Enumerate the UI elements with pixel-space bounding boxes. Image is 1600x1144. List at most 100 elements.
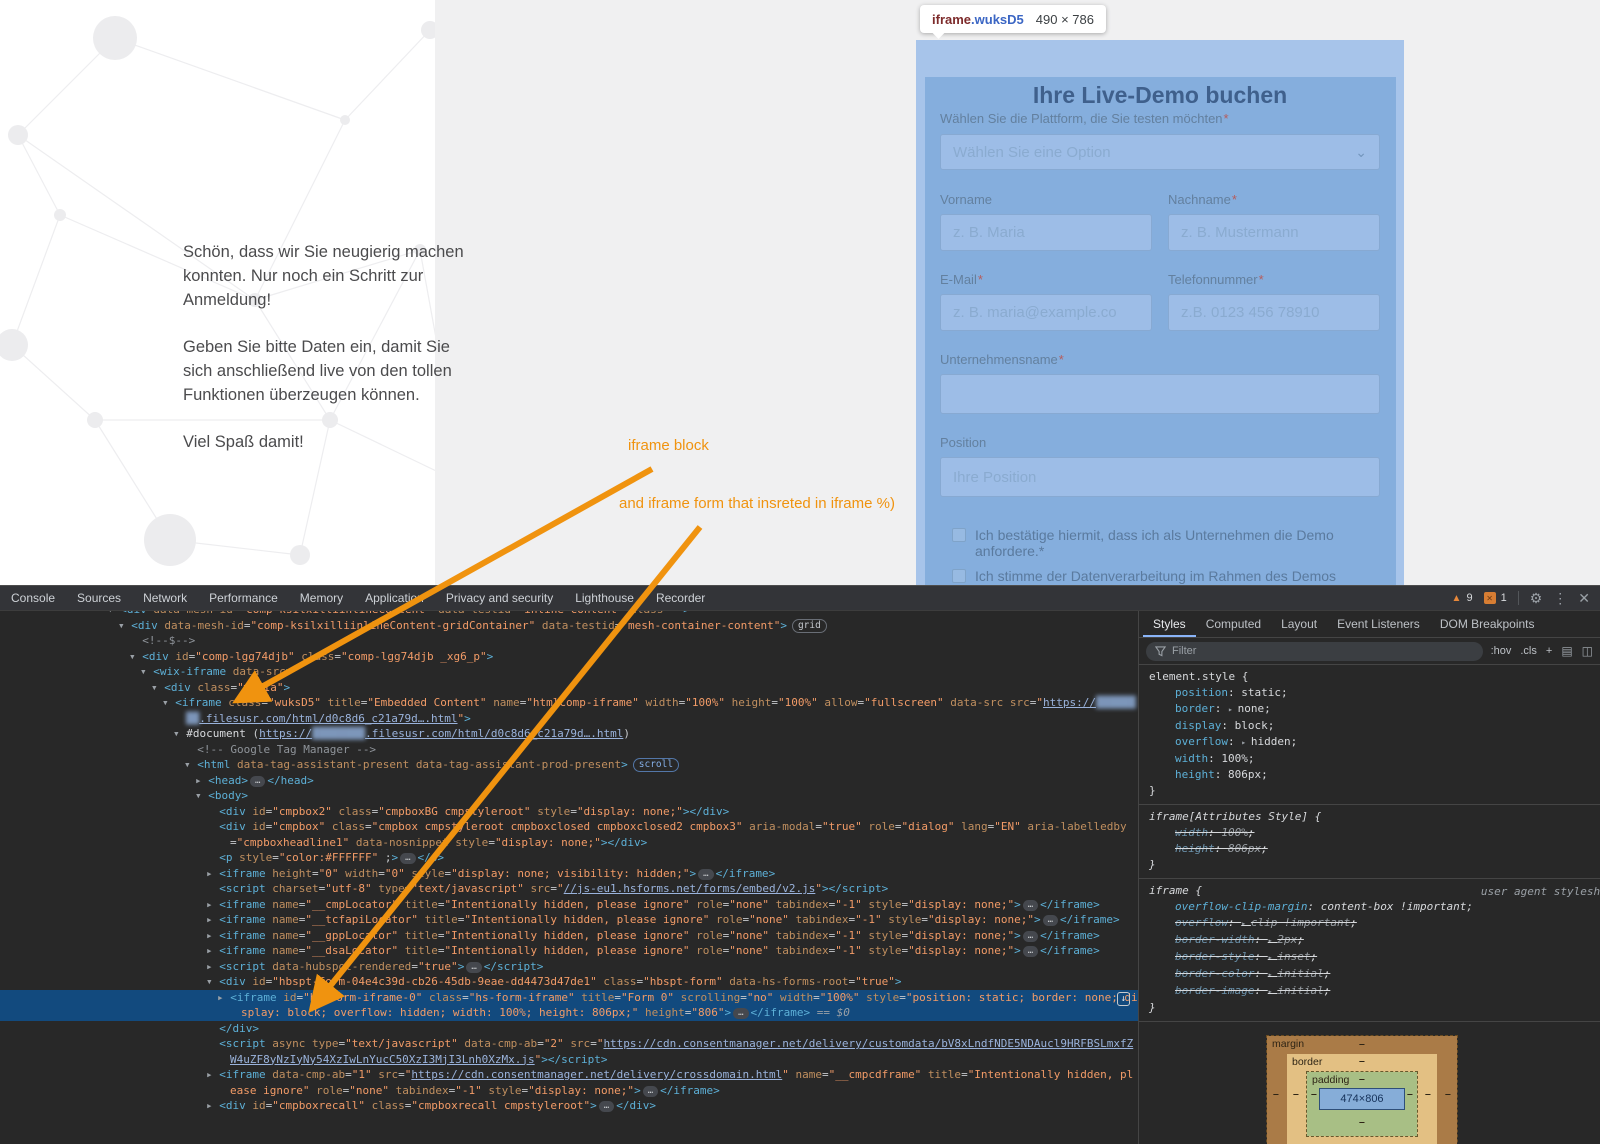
- scroll-into-view-icon[interactable]: ↓: [1117, 992, 1130, 1006]
- devtools-tab-lighthouse[interactable]: Lighthouse: [564, 586, 645, 610]
- expand-arrow-icon[interactable]: ▾: [173, 727, 186, 740]
- collapsed-content-icon[interactable]: …: [1023, 931, 1038, 942]
- styles-tab-styles[interactable]: Styles: [1143, 611, 1196, 637]
- form-input-telefonnummer[interactable]: z.B. 0123 456 78910: [1168, 294, 1380, 331]
- expand-arrow-icon[interactable]: [206, 805, 219, 818]
- styles-tab-dom-breakpoints[interactable]: DOM Breakpoints: [1430, 611, 1545, 637]
- dom-tree-row[interactable]: ▸ <iframe name="__gppLocator" title="Int…: [0, 928, 1138, 944]
- css-property[interactable]: width: 100%;: [1149, 751, 1592, 767]
- dom-tree-row[interactable]: <div id="cmpbox2" class="cmpboxBG cmpsty…: [0, 804, 1138, 820]
- checkbox[interactable]: [952, 528, 966, 542]
- form-input-nachname[interactable]: z. B. Mustermann: [1168, 214, 1380, 251]
- form-input-email[interactable]: z. B. maria@example.co: [940, 294, 1152, 331]
- expand-arrow-icon[interactable]: ▸: [206, 1068, 219, 1081]
- expand-arrow-icon[interactable]: ▾: [107, 611, 120, 616]
- dom-tree-row[interactable]: ▾ #document (https://████████.filesusr.c…: [0, 726, 1138, 742]
- expand-arrow-icon[interactable]: ▾: [184, 758, 197, 771]
- panel-icon[interactable]: ▤: [1561, 644, 1572, 658]
- collapsed-content-icon[interactable]: …: [400, 853, 415, 864]
- collapsed-content-icon[interactable]: …: [698, 869, 713, 880]
- expand-arrow-icon[interactable]: ▾: [206, 975, 219, 988]
- expand-arrow-icon[interactable]: ▾: [151, 681, 164, 694]
- expand-arrow-icon[interactable]: ▾: [129, 650, 142, 663]
- dom-tree-row[interactable]: ▸ <iframe name="__dsaLocator" title="Int…: [0, 943, 1138, 959]
- devtools-tab-memory[interactable]: Memory: [289, 586, 354, 610]
- margin-top-value[interactable]: –: [1359, 1038, 1365, 1050]
- expand-arrow-icon[interactable]: ▸: [206, 929, 219, 942]
- dom-tree-row[interactable]: ▸ <div id="cmpboxrecall" class="cmpboxre…: [0, 1098, 1138, 1114]
- dom-tree-row[interactable]: ▾ <iframe class="wuksD5" title="Embedded…: [0, 695, 1138, 726]
- dom-tree-row[interactable]: ▾ <div id="comp-lgg74djb" class="comp-lg…: [0, 649, 1138, 665]
- new-rule-button[interactable]: +: [1546, 645, 1552, 657]
- border-top-value[interactable]: –: [1359, 1055, 1365, 1067]
- close-icon[interactable]: ✕: [1578, 590, 1590, 607]
- css-property[interactable]: border-image: ▸ initial;: [1149, 983, 1592, 1000]
- dom-tree-row[interactable]: ▾ <html data-tag-assistant-present data-…: [0, 757, 1138, 773]
- devtools-tab-sources[interactable]: Sources: [66, 586, 132, 610]
- dom-tree-row[interactable]: <script async type="text/javascript" dat…: [0, 1036, 1138, 1067]
- sidebar-icon[interactable]: ◫: [1582, 644, 1593, 658]
- styles-filter-input[interactable]: Filter: [1146, 642, 1483, 661]
- dom-tree-row[interactable]: ▾ <div id="hbspt-form-04e4c39d-cb26-45db…: [0, 974, 1138, 990]
- form-input-vorname[interactable]: z. B. Maria: [940, 214, 1152, 251]
- collapsed-content-icon[interactable]: …: [1043, 915, 1058, 926]
- expand-arrow-icon[interactable]: [206, 1022, 219, 1035]
- collapsed-content-icon[interactable]: …: [1023, 900, 1038, 911]
- issues-icon[interactable]: ✕: [1484, 592, 1496, 604]
- css-property[interactable]: border-width: ▸ 2px;: [1149, 932, 1592, 949]
- css-property[interactable]: display: block;: [1149, 718, 1592, 734]
- devtools-tab-console[interactable]: Console: [0, 586, 66, 610]
- devtools-tab-application[interactable]: Application: [354, 586, 435, 610]
- dom-tree-row[interactable]: </div>: [0, 1021, 1138, 1037]
- dom-tree-row[interactable]: ▸ <iframe name="__cmpLocator" title="Int…: [0, 897, 1138, 913]
- css-property[interactable]: height: 806px;: [1149, 767, 1592, 783]
- expand-arrow-icon[interactable]: [206, 851, 219, 864]
- devtools-tab-privacy-and-security[interactable]: Privacy and security: [435, 586, 564, 610]
- css-property[interactable]: height: 806px;: [1149, 841, 1592, 857]
- expand-arrow-icon[interactable]: ▸: [206, 867, 219, 880]
- platform-select[interactable]: Wählen Sie eine Option ⌄: [940, 134, 1380, 170]
- expand-arrow-icon[interactable]: [184, 743, 197, 756]
- css-property[interactable]: border-style: ▸ inset;: [1149, 949, 1592, 966]
- css-property[interactable]: width: 100%;: [1149, 825, 1592, 841]
- devtools-tab-performance[interactable]: Performance: [198, 586, 289, 610]
- expand-arrow-icon[interactable]: ▸: [206, 913, 219, 926]
- kebab-menu-icon[interactable]: ⋮: [1553, 590, 1567, 607]
- cls-toggle[interactable]: .cls: [1520, 645, 1537, 657]
- expand-arrow-icon[interactable]: [206, 820, 219, 833]
- dom-tree-row[interactable]: ▸ <iframe name="__tcfapiLocator" title="…: [0, 912, 1138, 928]
- expand-arrow-icon[interactable]: ▸: [195, 774, 208, 787]
- collapsed-content-icon[interactable]: …: [733, 1008, 748, 1019]
- issues-count[interactable]: 1: [1501, 592, 1507, 604]
- grid-badge[interactable]: grid: [792, 619, 827, 633]
- dom-tree-row[interactable]: ▾ <div data-mesh-id="comp-ksilxilliinlin…: [0, 618, 1138, 634]
- expand-arrow-icon[interactable]: ▸: [206, 1099, 219, 1112]
- expand-arrow-icon[interactable]: ▾: [195, 789, 208, 802]
- expand-arrow-icon[interactable]: [206, 882, 219, 895]
- dom-tree-row[interactable]: ▸ <iframe data-cmp-ab="1" src="https://c…: [0, 1067, 1138, 1098]
- dom-tree-row[interactable]: <!-- Google Tag Manager -->: [0, 742, 1138, 758]
- padding-top-value[interactable]: –: [1359, 1073, 1365, 1085]
- dom-tree-row[interactable]: ▸ <iframe id="hs-form-iframe-0" class="h…: [0, 990, 1138, 1021]
- css-selector[interactable]: iframe: [1149, 884, 1189, 897]
- collapsed-content-icon[interactable]: …: [1023, 946, 1038, 957]
- dom-tree-row[interactable]: ▸ <iframe height="0" width="0" style="di…: [0, 866, 1138, 882]
- dom-tree-row[interactable]: <p style="color:#FFFFFF" ;>…</p>: [0, 850, 1138, 866]
- css-property[interactable]: position: static;: [1149, 685, 1592, 701]
- checkbox[interactable]: [952, 569, 966, 583]
- css-property[interactable]: overflow: ▸ hidden;: [1149, 734, 1592, 751]
- dom-tree-row[interactable]: ▾ <div class="wuTIa">: [0, 680, 1138, 696]
- expand-arrow-icon[interactable]: ▸: [206, 960, 219, 973]
- css-selector[interactable]: iframe[Attributes Style]: [1149, 810, 1308, 823]
- expand-arrow-icon[interactable]: ▾: [162, 696, 175, 709]
- margin-right-value[interactable]: –: [1445, 1088, 1451, 1100]
- css-property[interactable]: border: ▸ none;: [1149, 701, 1592, 718]
- box-model-content[interactable]: 474×806: [1319, 1088, 1405, 1110]
- dom-tree-row[interactable]: <script charset="utf-8" type="text/javas…: [0, 881, 1138, 897]
- form-input-position[interactable]: Ihre Position: [940, 457, 1380, 497]
- hov-toggle[interactable]: :hov: [1491, 645, 1512, 657]
- styles-tab-event-listeners[interactable]: Event Listeners: [1327, 611, 1430, 637]
- dom-tree-row[interactable]: <div id="cmpbox" class="cmpbox cmpstyler…: [0, 819, 1138, 850]
- collapsed-content-icon[interactable]: …: [643, 1086, 658, 1097]
- warning-triangle-icon[interactable]: ▲: [1452, 593, 1462, 604]
